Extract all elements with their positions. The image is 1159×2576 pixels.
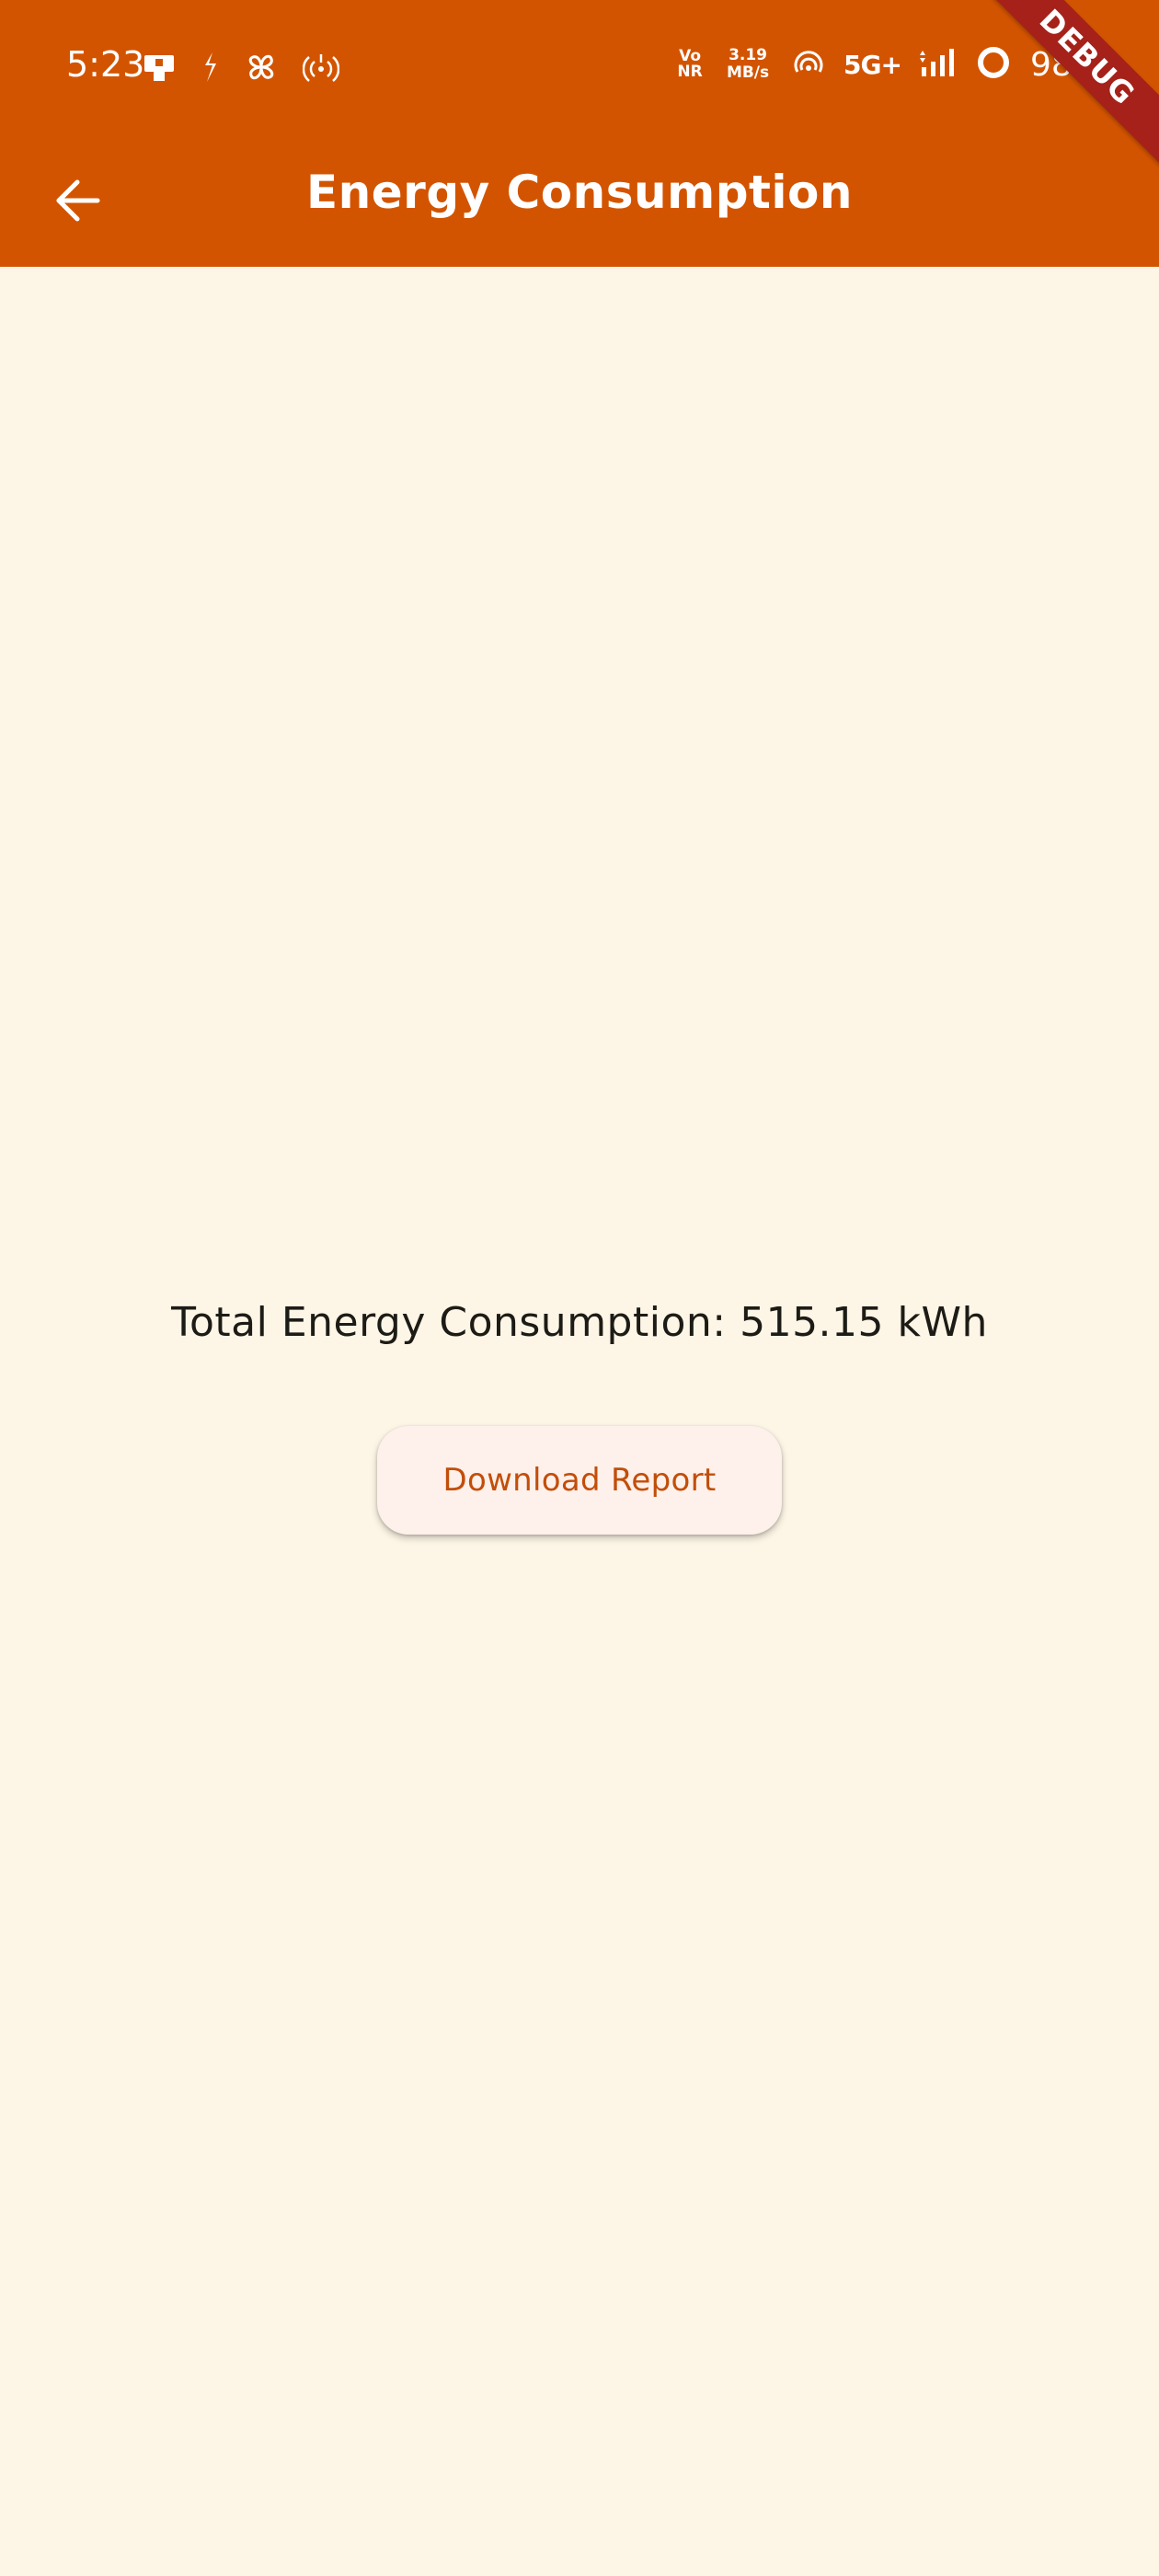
signal-icon [919,47,957,82]
sim-card-icon [143,52,176,83]
download-report-button[interactable]: Download Report [377,1426,782,1535]
battery-saver-icon [975,44,1012,85]
kotak-icon [200,51,220,84]
status-time: 5:23 [66,44,145,85]
top-bar: 5:23 Vo NR 3.19 MB/s 5G+ Energy Consumpt… [0,0,1159,267]
screen: 5:23 Vo NR 3.19 MB/s 5G+ Energy Consumpt… [0,0,1159,2576]
total-energy-text: Total Energy Consumption: 515.15 kWh [171,1299,988,1346]
notification-icons [143,50,339,85]
network-speed: 3.19 MB/s [722,47,774,82]
main-content: Total Energy Consumption: 515.15 kWh Dow… [0,267,1159,2576]
network-speed-unit: MB/s [726,63,770,82]
vonr-bottom: NR [677,63,703,81]
hotspot-icon [303,51,339,84]
wifi-calling-icon [792,48,825,81]
network-speed-value: 3.19 [729,46,768,64]
pinwheel-icon [244,50,279,85]
network-type: 5G+ [843,49,902,80]
vonr-indicator: Vo NR [676,49,704,80]
page-title: Energy Consumption [306,166,853,219]
app-bar: Energy Consumption [0,138,1159,267]
status-indicators: Vo NR 3.19 MB/s 5G+ [676,44,1104,85]
status-bar: 5:23 Vo NR 3.19 MB/s 5G+ [0,0,1159,138]
